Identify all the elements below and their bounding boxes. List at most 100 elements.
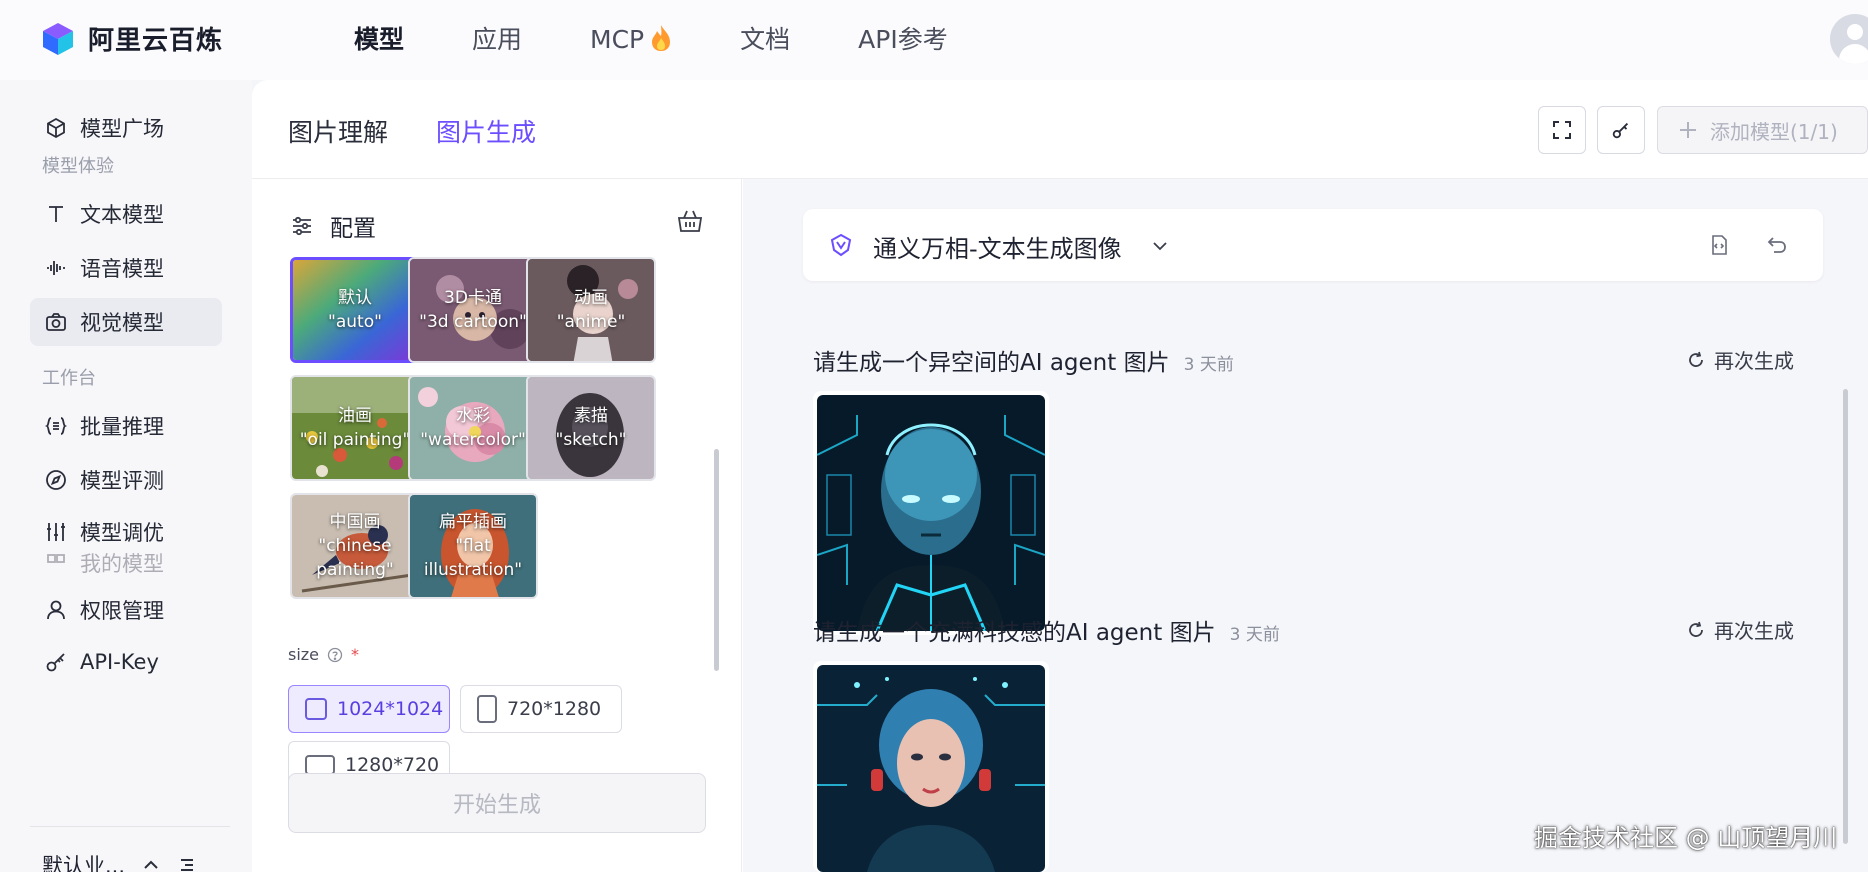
workspace-switcher[interactable]: 默认业... bbox=[42, 850, 197, 872]
api-key-button[interactable] bbox=[1597, 106, 1645, 154]
generated-image[interactable] bbox=[813, 661, 1049, 872]
camera-icon bbox=[46, 313, 66, 331]
code-file-icon[interactable] bbox=[1707, 233, 1731, 257]
wanxiang-logo-icon bbox=[830, 233, 852, 257]
required-mark: * bbox=[351, 645, 360, 664]
sidebar-item-voice-models[interactable]: 语音模型 bbox=[30, 244, 222, 292]
sidebar-item-model-square[interactable]: 模型广场 bbox=[30, 104, 222, 152]
generated-image[interactable] bbox=[813, 391, 1049, 635]
sidebar-item-permissions[interactable]: 权限管理 bbox=[30, 586, 222, 634]
refresh-icon bbox=[1689, 351, 1703, 367]
style-card-chinese-painting[interactable]: 中国画 "chinese painting" bbox=[290, 493, 420, 599]
sidebar-item-api-key[interactable]: API-Key bbox=[30, 638, 222, 686]
size-option-label: 720*1280 bbox=[507, 698, 602, 720]
sidebar: 模型广场 模型体验 文本模型 语音模型 视觉模型 工作台 批量推理 模型评测 模… bbox=[0, 80, 252, 872]
chevron-up-icon bbox=[144, 860, 158, 869]
style-card-sketch[interactable]: 素描 "sketch" bbox=[526, 375, 656, 481]
sidebar-item-text-models[interactable]: 文本模型 bbox=[30, 190, 222, 238]
style-name: 油画 bbox=[338, 406, 372, 426]
style-name: 扁平插画 bbox=[439, 512, 507, 532]
help-icon[interactable] bbox=[327, 647, 343, 663]
regenerate-label: 再次生成 bbox=[1714, 619, 1794, 643]
style-value: "watercolor" bbox=[420, 430, 526, 450]
basket-icon[interactable] bbox=[676, 207, 704, 235]
regenerate-button[interactable]: 再次生成 bbox=[1686, 345, 1794, 374]
model-selector[interactable]: 通义万相-文本生成图像 bbox=[803, 209, 1823, 281]
sidebar-item-vision-models[interactable]: 视觉模型 bbox=[30, 298, 222, 346]
sidebar-item-model-evaluation[interactable]: 模型评测 bbox=[30, 456, 222, 504]
style-card-text: 水彩 "watercolor" bbox=[410, 377, 536, 479]
tab-image-understanding[interactable]: 图片理解 bbox=[288, 106, 388, 184]
regenerate-button[interactable]: 再次生成 bbox=[1686, 615, 1794, 644]
prompt-message: 请生成一个充满科技感的AI agent 图片 3 天前 bbox=[813, 613, 1280, 647]
add-model-button[interactable]: 添加模型(1/1) bbox=[1657, 106, 1868, 154]
sidebar-group-workspace: 工作台 bbox=[42, 368, 96, 389]
top-bar: 阿里云百炼 模型 应用 MCP 文档 API参考 bbox=[0, 0, 1868, 80]
sidebar-item-label: 权限管理 bbox=[80, 599, 164, 623]
chevron-down-icon bbox=[1153, 242, 1167, 251]
style-value: "sketch" bbox=[555, 430, 627, 450]
sidebar-divider bbox=[30, 826, 230, 827]
style-card-text: 素描 "sketch" bbox=[528, 377, 654, 479]
config-header: 配置 bbox=[290, 209, 376, 243]
sidebar-item-label: API-Key bbox=[80, 650, 159, 674]
generation-area: 通义万相-文本生成图像 请生成一个异空间的AI agent 图片 3 天前 再次… bbox=[743, 179, 1868, 872]
size-option-1024x1024[interactable]: 1024*1024 bbox=[288, 685, 450, 733]
tab-image-generation[interactable]: 图片生成 bbox=[436, 106, 537, 184]
style-card-flat-illustration[interactable]: 扁平插画 "flat illustration" bbox=[408, 493, 538, 599]
key-icon bbox=[46, 653, 65, 672]
start-generate-button[interactable]: 开始生成 bbox=[288, 773, 706, 833]
avatar-head bbox=[1847, 24, 1863, 40]
style-value: "3d cartoon" bbox=[419, 312, 527, 332]
undo-icon[interactable] bbox=[1765, 233, 1789, 257]
chat-scrollbar[interactable] bbox=[1843, 389, 1848, 844]
style-name: 中国画 bbox=[329, 512, 381, 532]
style-name: 默认 bbox=[338, 288, 372, 308]
watermark: 掘金技术社区 @ 山顶望月川 bbox=[1534, 824, 1838, 852]
style-card-oil-painting[interactable]: 油画 "oil painting" bbox=[290, 375, 420, 481]
style-name: 动画 bbox=[574, 288, 608, 308]
user-icon bbox=[47, 600, 65, 620]
size-field-label: size * bbox=[288, 645, 359, 664]
settings-sliders-icon bbox=[293, 216, 311, 236]
style-name: 3D卡通 bbox=[444, 288, 502, 308]
style-card-watercolor[interactable]: 水彩 "watercolor" bbox=[408, 375, 538, 481]
nav-item-models[interactable]: 模型 bbox=[354, 22, 404, 58]
style-card-text: 3D卡通 "3d cartoon" bbox=[410, 259, 536, 361]
sidebar-item-batch-inference[interactable]: 批量推理 bbox=[30, 402, 222, 450]
style-card-3d-cartoon[interactable]: 3D卡通 "3d cartoon" bbox=[408, 257, 538, 363]
nav-item-mcp[interactable]: MCP bbox=[590, 22, 672, 58]
regenerate-label: 再次生成 bbox=[1714, 349, 1794, 373]
prompt-text: 请生成一个异空间的AI agent 图片 bbox=[813, 350, 1170, 376]
ai-agent-image bbox=[816, 395, 1046, 632]
logo[interactable]: 阿里云百炼 bbox=[40, 20, 223, 57]
sliders-icon bbox=[47, 523, 65, 541]
prompt-time: 3 天前 bbox=[1229, 625, 1280, 645]
add-model-label: 添加模型(1/1) bbox=[1710, 119, 1838, 144]
style-card-auto[interactable]: 默认 "auto" bbox=[290, 257, 420, 363]
menu-icon[interactable] bbox=[177, 855, 197, 872]
sidebar-group-experience: 模型体验 bbox=[42, 156, 114, 177]
config-scrollbar[interactable] bbox=[714, 449, 719, 671]
nav-item-docs[interactable]: 文档 bbox=[740, 22, 790, 58]
sidebar-item-label: 视觉模型 bbox=[80, 311, 164, 335]
size-option-720x1280[interactable]: 720*1280 bbox=[460, 685, 622, 733]
nav-item-api-reference[interactable]: API参考 bbox=[858, 22, 948, 58]
avatar[interactable] bbox=[1830, 14, 1868, 64]
sidebar-item-model-tuning[interactable]: 模型调优 bbox=[30, 508, 222, 556]
ai-agent-image bbox=[817, 665, 1045, 872]
nav-item-apps[interactable]: 应用 bbox=[472, 22, 522, 58]
main-panel: 图片理解 图片生成 添加模型(1/1) 配置 默认 "auto" 3D卡通 "3… bbox=[252, 80, 1868, 872]
style-card-anime[interactable]: 动画 "anime" bbox=[526, 257, 656, 363]
refresh-icon bbox=[1689, 621, 1703, 637]
model-name: 通义万相-文本生成图像 bbox=[873, 235, 1122, 263]
config-title: 配置 bbox=[330, 216, 376, 242]
style-value: "oil painting" bbox=[299, 430, 411, 450]
model-icon bbox=[47, 554, 65, 563]
style-card-text: 中国画 "chinese painting" bbox=[292, 495, 418, 597]
braces-list-icon bbox=[44, 417, 68, 435]
style-value: "auto" bbox=[328, 312, 382, 332]
waveform-icon bbox=[47, 261, 65, 275]
sidebar-item-my-models[interactable]: 我的模型 bbox=[30, 550, 222, 576]
fullscreen-button[interactable] bbox=[1538, 106, 1586, 154]
